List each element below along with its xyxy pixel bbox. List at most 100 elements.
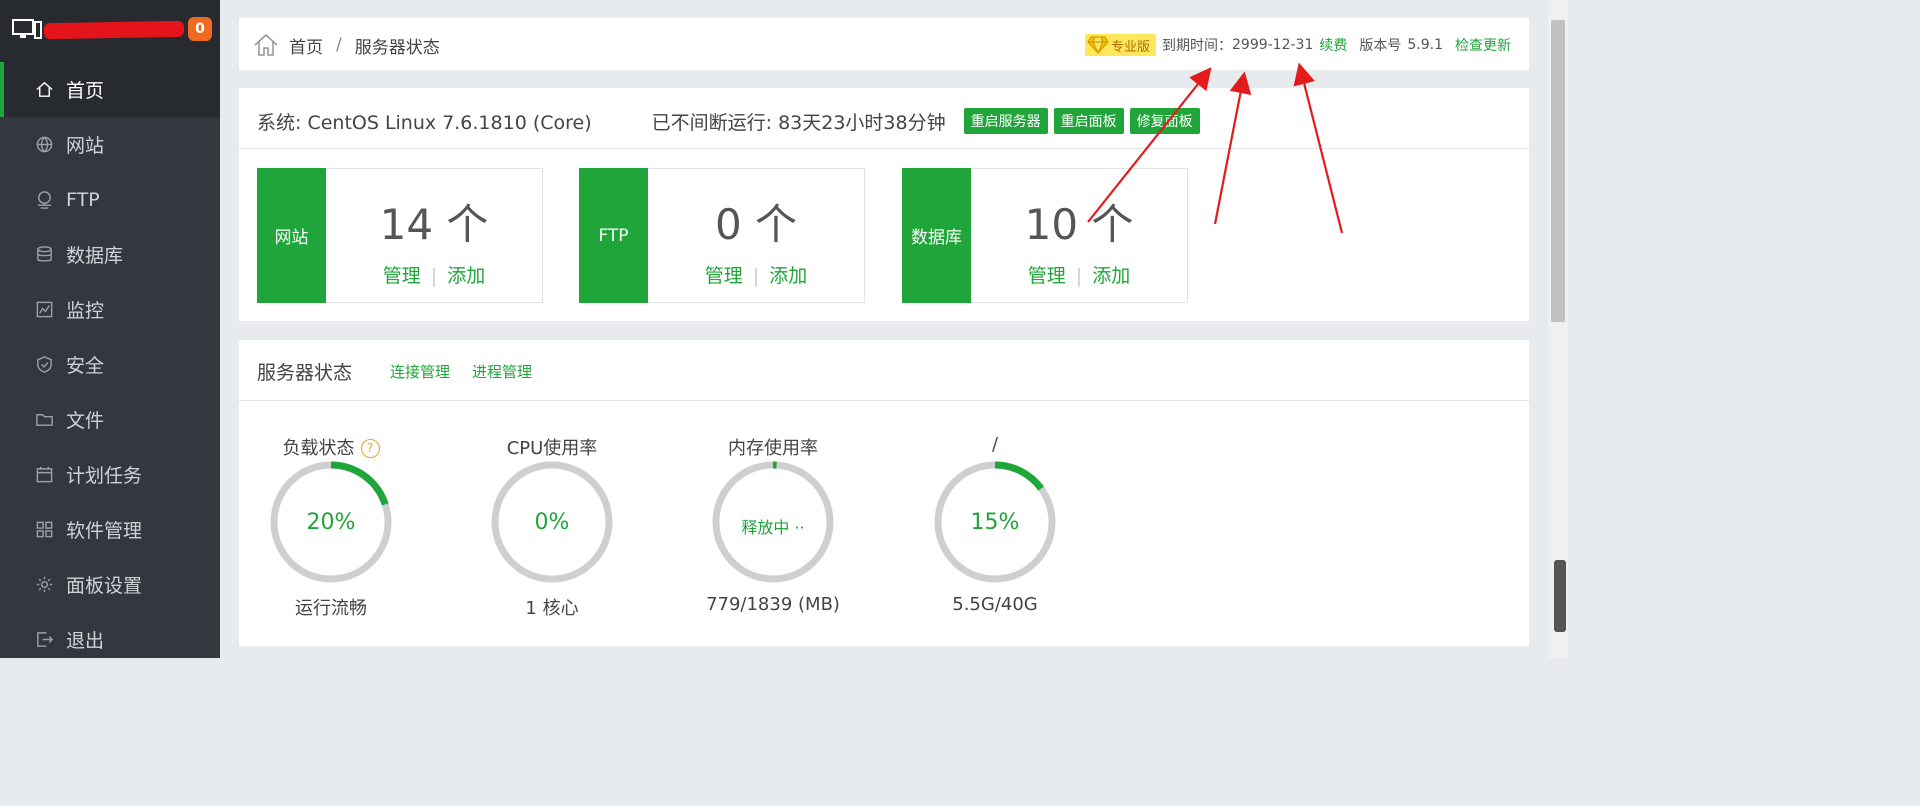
gauge-label: 负载状态?: [241, 434, 421, 460]
ftp-card: FTP 0 个 管理 | 添加: [579, 168, 865, 303]
scrollbar-thumb[interactable]: [1551, 20, 1565, 322]
card-actions: 管理 | 添加: [971, 261, 1187, 288]
server-status-panel: 服务器状态 连接管理 进程管理 负载状态? 20% 运行流畅 CPU使用率 0%…: [239, 340, 1529, 646]
calendar-icon: [34, 465, 54, 485]
separator: |: [1075, 265, 1083, 287]
top-bar: 首页 / 服务器状态 专业版 到期时间： 2999-12-31 续费 版本号 5…: [239, 18, 1529, 70]
apps-icon: [34, 520, 54, 540]
system-panel: 系统: CentOS Linux 7.6.1810 (Core) 已不间断运行:…: [239, 88, 1529, 321]
processes-link[interactable]: 进程管理: [472, 361, 532, 382]
sidebar-item-database[interactable]: 数据库: [0, 227, 220, 282]
gauge-value: 0%: [534, 510, 570, 535]
sidebar-item-security[interactable]: 安全: [0, 337, 220, 392]
notification-badge[interactable]: 0: [188, 17, 212, 41]
sidebar-item-label: 软件管理: [66, 520, 143, 542]
gauge-value: 释放中 ··: [741, 518, 805, 537]
expire-date: 2999-12-31: [1232, 37, 1314, 53]
manage-link[interactable]: 管理: [383, 265, 421, 287]
separator: |: [752, 265, 760, 287]
renew-link[interactable]: 续费: [1319, 35, 1347, 55]
sidebar-item-cron[interactable]: 计划任务: [0, 447, 220, 502]
sidebar-item-label: 安全: [66, 355, 105, 377]
sidebar-header: 0: [0, 0, 220, 62]
globe-icon: [34, 135, 54, 155]
separator: |: [430, 265, 438, 287]
card-actions: 管理 | 添加: [648, 261, 864, 288]
manage-link[interactable]: 管理: [1028, 265, 1066, 287]
database-card: 数据库 10 个 管理 | 添加: [902, 168, 1188, 303]
gauge-sub: 5.5G/40G: [952, 594, 1038, 615]
sidebar-item-ftp[interactable]: FTP: [0, 172, 220, 227]
gauge-value: 15%: [970, 510, 1020, 535]
card-tag: FTP: [579, 168, 648, 303]
breadcrumb-current: 服务器状态: [354, 37, 440, 58]
restart-panel-button[interactable]: 重启面板: [1053, 108, 1124, 134]
gauge-label: 内存使用率: [728, 438, 818, 459]
gauge-value: 20%: [306, 510, 356, 535]
license-info: 专业版 到期时间： 2999-12-31 续费 版本号 5.9.1 检查更新: [1084, 34, 1511, 56]
repair-panel-button[interactable]: 修复面板: [1129, 108, 1200, 134]
gauge-sub: 779/1839 (MB): [706, 594, 840, 615]
gauge-label: /: [991, 434, 999, 455]
home-icon: [34, 80, 54, 100]
side-widget: [1554, 560, 1566, 632]
add-link[interactable]: 添加: [769, 265, 807, 287]
cpu-gauge[interactable]: CPU使用率 0% 1 核心: [462, 430, 642, 630]
card-count: 10 个: [1024, 200, 1134, 249]
home-icon[interactable]: [253, 32, 279, 58]
gauge-sub: 1 核心: [525, 598, 579, 619]
sidebar-item-label: 退出: [66, 630, 105, 652]
os-info: 系统: CentOS Linux 7.6.1810 (Core): [257, 111, 592, 134]
diamond-icon: [1087, 36, 1109, 55]
manage-link[interactable]: 管理: [705, 265, 743, 287]
help-icon[interactable]: ?: [360, 439, 380, 458]
sidebar-item-logout[interactable]: 退出: [0, 612, 220, 667]
sidebar-item-label: 监控: [66, 300, 105, 322]
folder-icon: [34, 410, 54, 430]
card-actions: 管理 | 添加: [326, 261, 542, 288]
add-link[interactable]: 添加: [447, 265, 485, 287]
card-count: 0 个: [714, 200, 798, 249]
sidebar: 0 首页 网站 FTP 数据库 监控 安全 文件 计划任务 软件管理 面板设置: [0, 0, 220, 658]
sidebar-item-label: 面板设置: [66, 575, 143, 597]
sidebar-item-label: 文件: [66, 410, 105, 432]
pro-badge: 专业版: [1084, 34, 1156, 56]
database-icon: [34, 245, 54, 265]
gauge-label: CPU使用率: [506, 438, 598, 459]
sidebar-item-monitor[interactable]: 监控: [0, 282, 220, 337]
sidebar-item-website[interactable]: 网站: [0, 117, 220, 172]
sidebar-item-label: 计划任务: [66, 465, 143, 487]
check-update-link[interactable]: 检查更新: [1455, 35, 1511, 55]
card-tag: 数据库: [902, 168, 971, 303]
add-link[interactable]: 添加: [1092, 265, 1130, 287]
status-title: 服务器状态: [257, 362, 353, 384]
pro-label: 专业版: [1110, 39, 1150, 55]
card-count: 14 个: [379, 200, 489, 249]
sidebar-item-software[interactable]: 软件管理: [0, 502, 220, 557]
logout-icon: [34, 630, 54, 650]
website-card: 网站 14 个 管理 | 添加: [257, 168, 543, 303]
load-gauge[interactable]: 负载状态? 20% 运行流畅: [241, 430, 421, 630]
connections-link[interactable]: 连接管理: [390, 361, 450, 382]
ftp-icon: [34, 190, 54, 210]
uptime-info: 已不间断运行: 83天23小时38分钟: [651, 111, 946, 134]
disk-gauge[interactable]: / 15% 5.5G/40G: [905, 430, 1085, 630]
sidebar-item-label: FTP: [66, 188, 100, 211]
computer-icon: [12, 19, 42, 39]
breadcrumb-separator: /: [336, 35, 342, 55]
sidebar-item-home[interactable]: 首页: [0, 62, 220, 117]
memory-gauge[interactable]: 内存使用率 释放中 ·· 779/1839 (MB): [683, 430, 863, 630]
shield-icon: [34, 355, 54, 375]
version-number: 5.9.1: [1407, 37, 1443, 53]
breadcrumb-home[interactable]: 首页: [289, 33, 323, 58]
monitor-icon: [34, 300, 54, 320]
sidebar-item-settings[interactable]: 面板设置: [0, 557, 220, 612]
restart-server-button[interactable]: 重启服务器: [963, 108, 1048, 134]
scrollbar[interactable]: [1548, 0, 1568, 658]
sidebar-item-label: 网站: [66, 135, 105, 157]
status-header: 服务器状态 连接管理 进程管理: [257, 358, 532, 385]
system-line: 系统: CentOS Linux 7.6.1810 (Core) 已不间断运行:…: [257, 106, 1200, 136]
gear-icon: [34, 575, 54, 595]
sidebar-item-label: 数据库: [66, 245, 124, 267]
sidebar-item-files[interactable]: 文件: [0, 392, 220, 447]
